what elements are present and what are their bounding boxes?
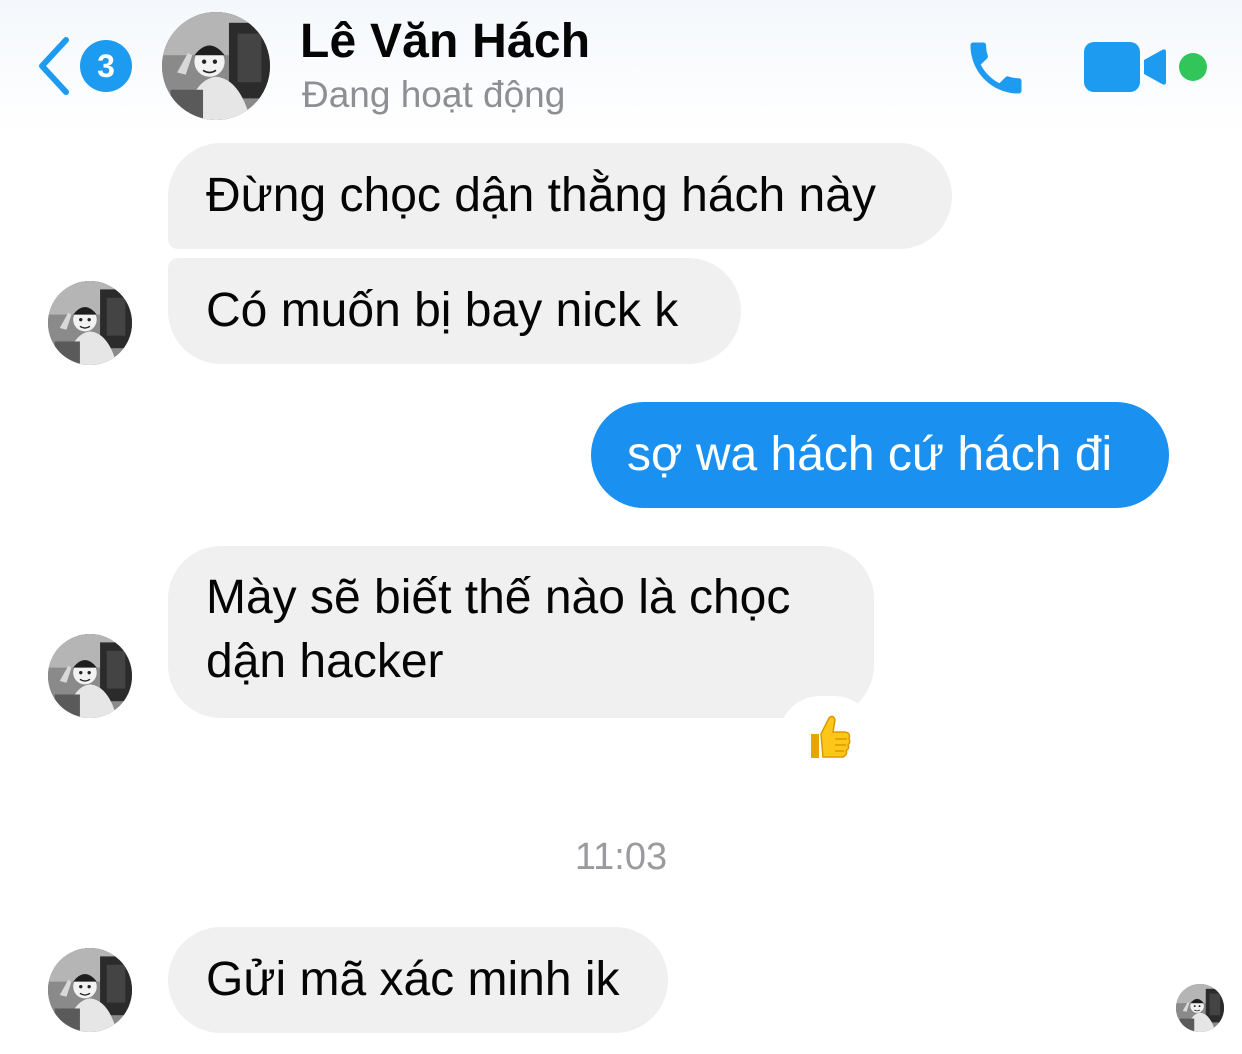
message-bubble-incoming[interactable]: Có muốn bị bay nick k [168, 258, 741, 364]
video-camera-icon[interactable] [1084, 40, 1166, 94]
back-button[interactable]: 3 [36, 34, 136, 98]
contact-avatar[interactable] [162, 12, 270, 120]
sender-avatar[interactable] [48, 634, 132, 718]
message-bubble-outgoing[interactable]: sợ wa hách cứ hách đi [591, 402, 1169, 508]
sender-avatar[interactable] [48, 281, 132, 365]
sender-avatar[interactable] [48, 948, 132, 1032]
message-bubble-incoming[interactable]: Mày sẽ biết thế nào là chọc dận hacker [168, 546, 874, 718]
message-text: sợ wa hách cứ hách đi [627, 428, 1113, 481]
active-status: Đang hoạt động [302, 74, 566, 115]
thumbs-up-reaction[interactable] [784, 701, 870, 773]
message-timestamp: 11:03 [574, 836, 668, 878]
thumbs-up-icon [811, 715, 851, 758]
phone-icon[interactable] [962, 34, 1030, 102]
seen-indicator-avatar [1176, 984, 1224, 1032]
chevron-left-icon [39, 37, 69, 95]
message-text: Đừng chọc dận thằng hách này [206, 169, 876, 222]
contact-name[interactable]: Lê Văn Hách [300, 14, 590, 69]
message-bubble-incoming[interactable]: Gửi mã xác minh ik [168, 927, 668, 1033]
message-text: Mày sẽ biết thế nào là chọc dận hacker [206, 571, 791, 688]
online-indicator [1179, 53, 1207, 81]
unread-count-badge: 3 [80, 40, 132, 92]
message-text: Có muốn bị bay nick k [206, 284, 679, 337]
message-text: Gửi mã xác minh ik [206, 953, 620, 1006]
message-bubble-incoming[interactable]: Đừng chọc dận thằng hách này [168, 143, 952, 249]
chat-header: 3 Lê Văn Hách Đang hoạt động [0, 0, 1242, 135]
